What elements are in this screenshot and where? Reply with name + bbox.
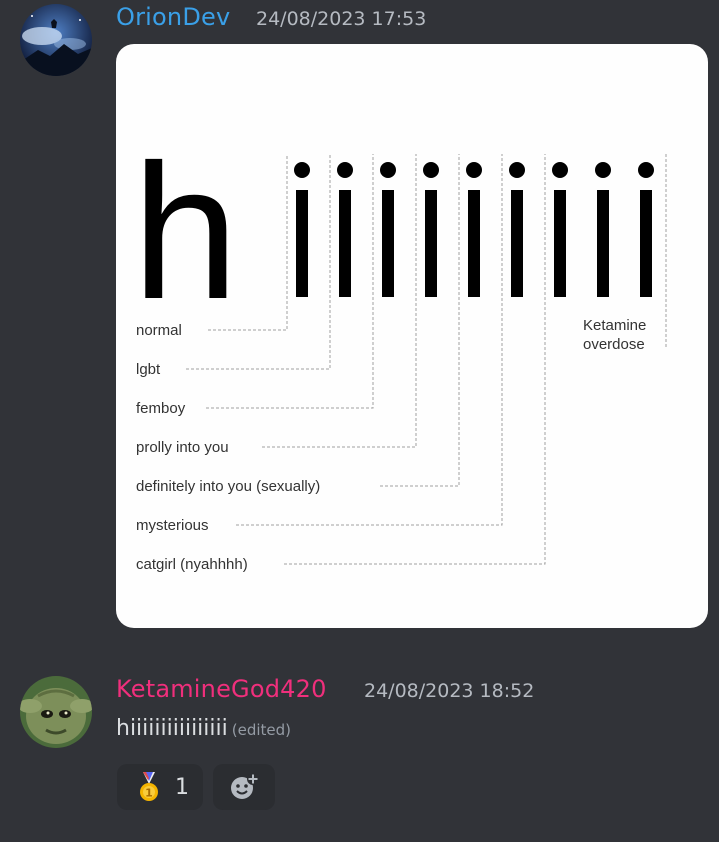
add-reaction-button[interactable] — [213, 764, 275, 810]
author-name[interactable]: KetamineGod420 — [116, 675, 327, 703]
meme-label: definitely into you (sexually) — [136, 478, 320, 495]
add-reaction-icon — [231, 773, 259, 799]
meme-label: prolly into you — [136, 439, 229, 456]
meme-label-right: overdose — [583, 336, 645, 353]
edited-indicator: (edited) — [231, 721, 292, 739]
message-timestamp: 24/08/2023 17:53 — [256, 8, 427, 30]
medal-icon: 1 — [140, 772, 158, 801]
message-content: hiiiiiiiiiiiiiiii (edited) — [116, 716, 291, 741]
meme-label-right: Ketamine — [583, 317, 646, 334]
meme-big-h: h — [132, 124, 239, 339]
message-timestamp: 24/08/2023 18:52 — [364, 680, 535, 702]
meme-label: lgbt — [136, 361, 161, 378]
meme-label: femboy — [136, 400, 186, 417]
svg-text:1: 1 — [145, 787, 153, 800]
meme-i-letters — [294, 162, 654, 297]
meme-label: mysterious — [136, 517, 209, 534]
meme-label: catgirl (nyahhhh) — [136, 556, 248, 573]
avatar-image — [20, 676, 92, 748]
reaction-medal[interactable]: 1 1 — [117, 764, 203, 810]
meme-label: normal — [136, 322, 182, 339]
author-name[interactable]: OrionDev — [116, 3, 230, 31]
avatar[interactable] — [20, 4, 92, 76]
reaction-count: 1 — [175, 774, 189, 800]
message-text: hiiiiiiiiiiiiiiii — [116, 716, 228, 741]
meme-image: h normal lgbt femboy prolly into you def… — [132, 124, 667, 573]
avatar-image — [20, 4, 92, 76]
image-attachment[interactable]: h normal lgbt femboy prolly into you def… — [116, 44, 708, 628]
avatar[interactable] — [20, 676, 92, 748]
